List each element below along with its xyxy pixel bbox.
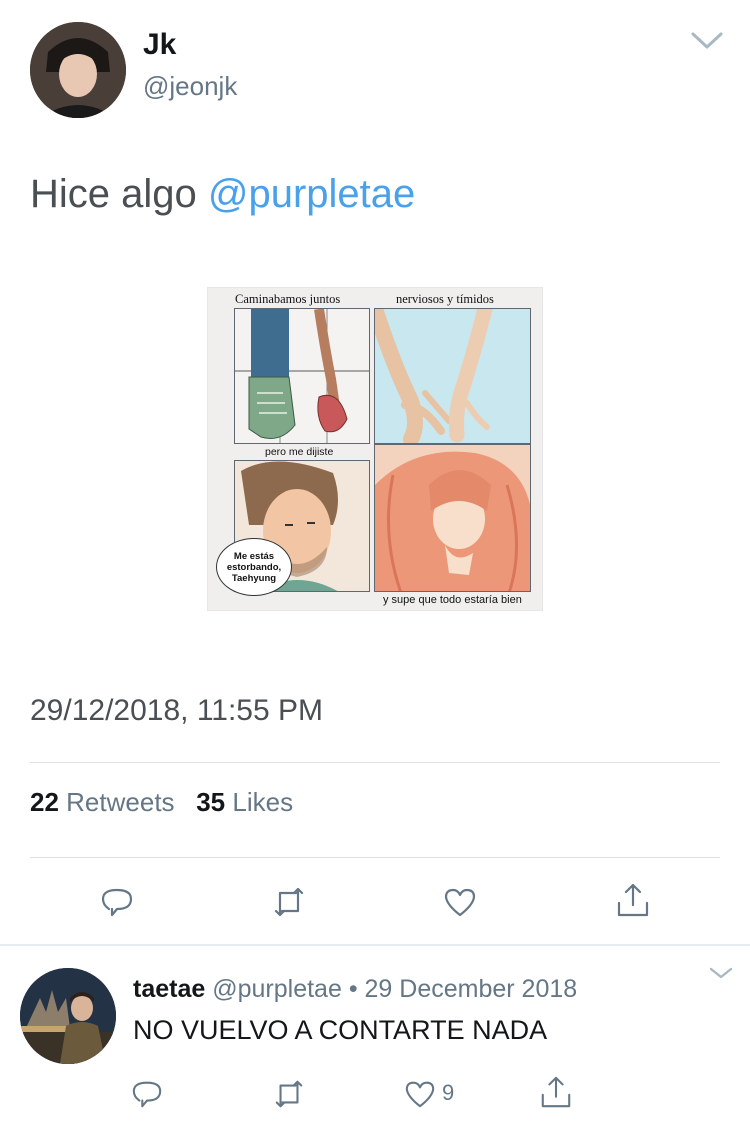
caption-bottom: y supe que todo estaría bien	[383, 594, 522, 606]
reply-like-count: 9	[442, 1080, 455, 1105]
reply-date[interactable]: 29 December 2018	[365, 975, 578, 1003]
reply-author-name[interactable]: taetae	[133, 975, 205, 1003]
retweet-icon	[274, 887, 304, 917]
chevron-down-icon[interactable]	[690, 28, 724, 52]
reply-icon	[101, 888, 133, 917]
reply-header: taetae @purpletae • 29 December 2018	[133, 975, 577, 1004]
reply-author-avatar[interactable]	[20, 968, 116, 1064]
chevron-down-icon[interactable]	[708, 965, 734, 981]
reply-author-handle[interactable]: @purpletae	[212, 975, 342, 1003]
retweets-stat[interactable]: 22 Retweets	[30, 787, 175, 817]
tweet-text-plain: Hice algo	[30, 172, 208, 216]
like-button[interactable]	[442, 884, 478, 920]
tweet-mention-link[interactable]: @purpletae	[208, 172, 415, 216]
caption-top-left: Caminabamos juntos	[235, 292, 341, 306]
likes-label: Likes	[232, 787, 294, 817]
reply-reply-button[interactable]	[129, 1076, 165, 1112]
reply-button[interactable]	[99, 884, 135, 920]
tweet-image[interactable]: Caminabamos juntos nerviosos y tímidos p…	[207, 287, 543, 611]
reply-text: NO VUELVO A CONTARTE NADA	[133, 1015, 548, 1045]
comic-panel-feet	[234, 308, 370, 444]
comic-panel-hands	[374, 308, 531, 444]
tweet-timestamp[interactable]: 29/12/2018, 11:55 PM	[30, 694, 323, 728]
divider	[30, 857, 720, 858]
reply-like-button[interactable]	[402, 1076, 438, 1112]
likes-count: 35	[196, 787, 226, 817]
reply-separator: •	[348, 975, 358, 1003]
retweets-count: 22	[30, 787, 59, 817]
likes-stat[interactable]: 35 Likes	[196, 787, 293, 817]
retweet-icon	[275, 1080, 303, 1108]
retweet-button[interactable]	[271, 884, 307, 920]
like-icon	[444, 888, 476, 917]
share-button[interactable]	[615, 882, 651, 918]
retweets-label: Retweets	[66, 787, 175, 817]
tweet-text: Hice algo @purpletae	[30, 172, 415, 217]
reply-icon	[132, 1081, 162, 1108]
reply-share-button[interactable]	[538, 1074, 574, 1110]
caption-top-right: nerviosos y tímidos	[396, 292, 494, 306]
share-icon	[541, 1076, 571, 1108]
reply-retweet-button[interactable]	[271, 1076, 307, 1112]
caption-mid: pero me dijiste	[265, 446, 334, 458]
speech-bubble: Me estás estorbando, Taehyung	[216, 538, 292, 596]
like-icon	[405, 1081, 435, 1108]
section-divider	[0, 944, 750, 946]
author-handle[interactable]: @jeonjk	[143, 71, 237, 102]
comic-panel-woman	[374, 444, 531, 592]
author-name[interactable]: Jk	[143, 28, 176, 62]
divider	[30, 762, 720, 763]
author-avatar[interactable]	[30, 22, 126, 118]
tweet-stats: 22 Retweets 35 Likes	[30, 787, 293, 818]
share-icon	[617, 883, 649, 917]
